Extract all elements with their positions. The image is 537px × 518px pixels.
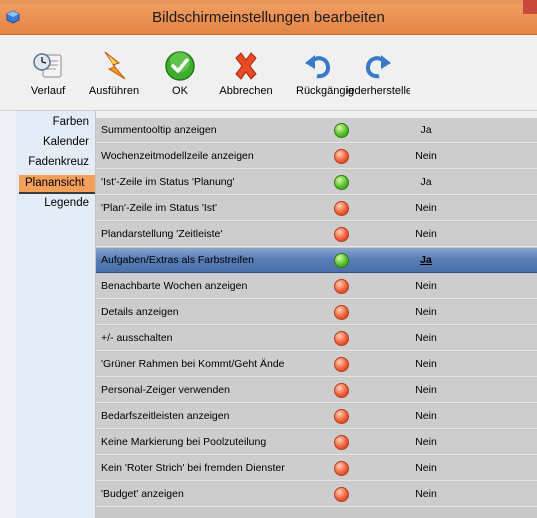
- settings-row[interactable]: Keine Markierung bei Poolzuteilung Nein: [96, 430, 537, 455]
- settings-row[interactable]: Plandarstellung 'Zeitleiste' Nein: [96, 222, 537, 247]
- status-red-icon: [334, 331, 349, 346]
- undo-arrow-icon: [305, 55, 330, 79]
- setting-value[interactable]: Nein: [396, 306, 456, 318]
- settings-row[interactable]: Personal-Zeiger verwenden Nein: [96, 378, 537, 403]
- setting-label: 'Budget' anzeigen: [101, 488, 184, 500]
- setting-value[interactable]: Ja: [396, 124, 456, 136]
- setting-value[interactable]: Nein: [396, 332, 456, 344]
- abbrechen-label: Abbrechen: [219, 85, 273, 97]
- status-red-icon: [334, 357, 349, 372]
- status-green-icon: [334, 253, 349, 268]
- setting-value[interactable]: Ja: [396, 254, 456, 266]
- setting-label: 'Grüner Rahmen bei Kommt/Geht Ände: [101, 358, 285, 370]
- ok-button[interactable]: OK: [160, 49, 200, 105]
- settings-row[interactable]: Kein 'Roter Strich' bei fremden Dienster…: [96, 456, 537, 481]
- settings-row[interactable]: 'Plan'-Zeile im Status 'Ist' Nein: [96, 196, 537, 221]
- settings-row[interactable]: 'Budget' anzeigen Nein: [96, 482, 537, 507]
- setting-value[interactable]: Nein: [396, 410, 456, 422]
- status-red-icon: [334, 201, 349, 216]
- status-red-icon: [334, 409, 349, 424]
- setting-value[interactable]: Nein: [396, 150, 456, 162]
- setting-value[interactable]: Nein: [396, 384, 456, 396]
- setting-value[interactable]: Ja: [396, 176, 456, 188]
- setting-label: Benachbarte Wochen anzeigen: [101, 280, 248, 292]
- setting-label: +/- ausschalten: [101, 332, 173, 344]
- status-red-icon: [334, 279, 349, 294]
- setting-label: Details anzeigen: [101, 306, 179, 318]
- wiederherstellen-button[interactable]: iederherstelle: [346, 49, 410, 105]
- settings-row[interactable]: +/- ausschalten Nein: [96, 326, 537, 351]
- title-bar: Bildschirmeinstellungen bearbeiten: [0, 0, 537, 35]
- setting-value[interactable]: Nein: [396, 462, 456, 474]
- setting-label: Plandarstellung 'Zeitleiste': [101, 228, 223, 240]
- settings-row-selected[interactable]: Aufgaben/Extras als Farbstreifen Ja: [96, 248, 537, 273]
- sidebar-item-planansicht[interactable]: Planansicht: [19, 175, 95, 194]
- status-green-icon: [334, 175, 349, 190]
- status-red-icon: [334, 435, 349, 450]
- verlauf-button[interactable]: Verlauf: [22, 49, 74, 105]
- setting-label: Aufgaben/Extras als Farbstreifen: [101, 254, 254, 266]
- setting-label: 'Plan'-Zeile im Status 'Ist': [101, 202, 217, 214]
- setting-value[interactable]: Nein: [396, 358, 456, 370]
- status-red-icon: [334, 461, 349, 476]
- sidebar-item-kalender[interactable]: Kalender: [43, 136, 89, 148]
- status-red-icon: [334, 227, 349, 242]
- status-red-icon: [334, 383, 349, 398]
- setting-label: Bedarfszeitleisten anzeigen: [101, 410, 230, 422]
- settings-row[interactable]: Summentooltip anzeigen Ja: [96, 118, 537, 143]
- redo-arrow-icon: [366, 55, 391, 79]
- status-red-icon: [334, 149, 349, 164]
- sidebar-item-farben[interactable]: Farben: [53, 116, 89, 128]
- setting-value[interactable]: Nein: [396, 488, 456, 500]
- setting-label: Personal-Zeiger verwenden: [101, 384, 230, 396]
- sidebar: Farben Kalender Fadenkreuz Planansicht L…: [16, 111, 96, 518]
- toolbar: Verlauf Ausführen OK Abbrechen Rückgängi…: [0, 35, 537, 111]
- close-button[interactable]: [523, 0, 537, 14]
- rueckgaengig-button[interactable]: Rückgängig: [296, 49, 355, 105]
- window-title: Bildschirmeinstellungen bearbeiten: [152, 9, 385, 26]
- settings-row[interactable]: Wochenzeitmodellzeile anzeigen Nein: [96, 144, 537, 169]
- ausfuehren-label: Ausführen: [88, 85, 140, 97]
- title-bar-top-strip: [0, 0, 537, 4]
- setting-label: Keine Markierung bei Poolzuteilung: [101, 436, 267, 448]
- setting-value[interactable]: Nein: [396, 436, 456, 448]
- setting-label: Summentooltip anzeigen: [101, 124, 217, 136]
- settings-row[interactable]: Bedarfszeitleisten anzeigen Nein: [96, 404, 537, 429]
- rueckgaengig-label: Rückgängig: [296, 85, 355, 97]
- setting-label: Wochenzeitmodellzeile anzeigen: [101, 150, 254, 162]
- sidebar-item-fadenkreuz[interactable]: Fadenkreuz: [28, 156, 89, 168]
- left-margin-strip: [0, 111, 16, 518]
- setting-value[interactable]: Nein: [396, 228, 456, 240]
- ausfuehren-button[interactable]: Ausführen: [86, 49, 142, 105]
- settings-row[interactable]: 'Ist'-Zeile im Status 'Planung' Ja: [96, 170, 537, 195]
- cancel-x-icon: [235, 52, 257, 80]
- settings-row[interactable]: Details anzeigen Nein: [96, 300, 537, 325]
- setting-label: 'Ist'-Zeile im Status 'Planung': [101, 176, 235, 188]
- history-icon: [33, 53, 62, 78]
- wiederherstellen-label: iederherstelle: [346, 85, 410, 97]
- settings-row[interactable]: 'Grüner Rahmen bei Kommt/Geht Ände Nein: [96, 352, 537, 377]
- settings-row[interactable]: Benachbarte Wochen anzeigen Nein: [96, 274, 537, 299]
- sidebar-item-legende[interactable]: Legende: [44, 197, 89, 209]
- setting-value[interactable]: Nein: [396, 202, 456, 214]
- grid-top-gap: [96, 111, 537, 118]
- ok-label: OK: [172, 85, 188, 97]
- status-red-icon: [334, 487, 349, 502]
- setting-value[interactable]: Nein: [396, 280, 456, 292]
- status-green-icon: [334, 123, 349, 138]
- settings-grid: Summentooltip anzeigen Ja Wochenzeitmode…: [96, 118, 537, 518]
- abbrechen-button[interactable]: Abbrechen: [216, 49, 276, 105]
- checkmark-icon: [165, 51, 195, 81]
- verlauf-label: Verlauf: [30, 85, 66, 97]
- status-red-icon: [334, 305, 349, 320]
- setting-label: Kein 'Roter Strich' bei fremden Dienster: [101, 462, 285, 474]
- execute-lightning-icon: [104, 51, 126, 80]
